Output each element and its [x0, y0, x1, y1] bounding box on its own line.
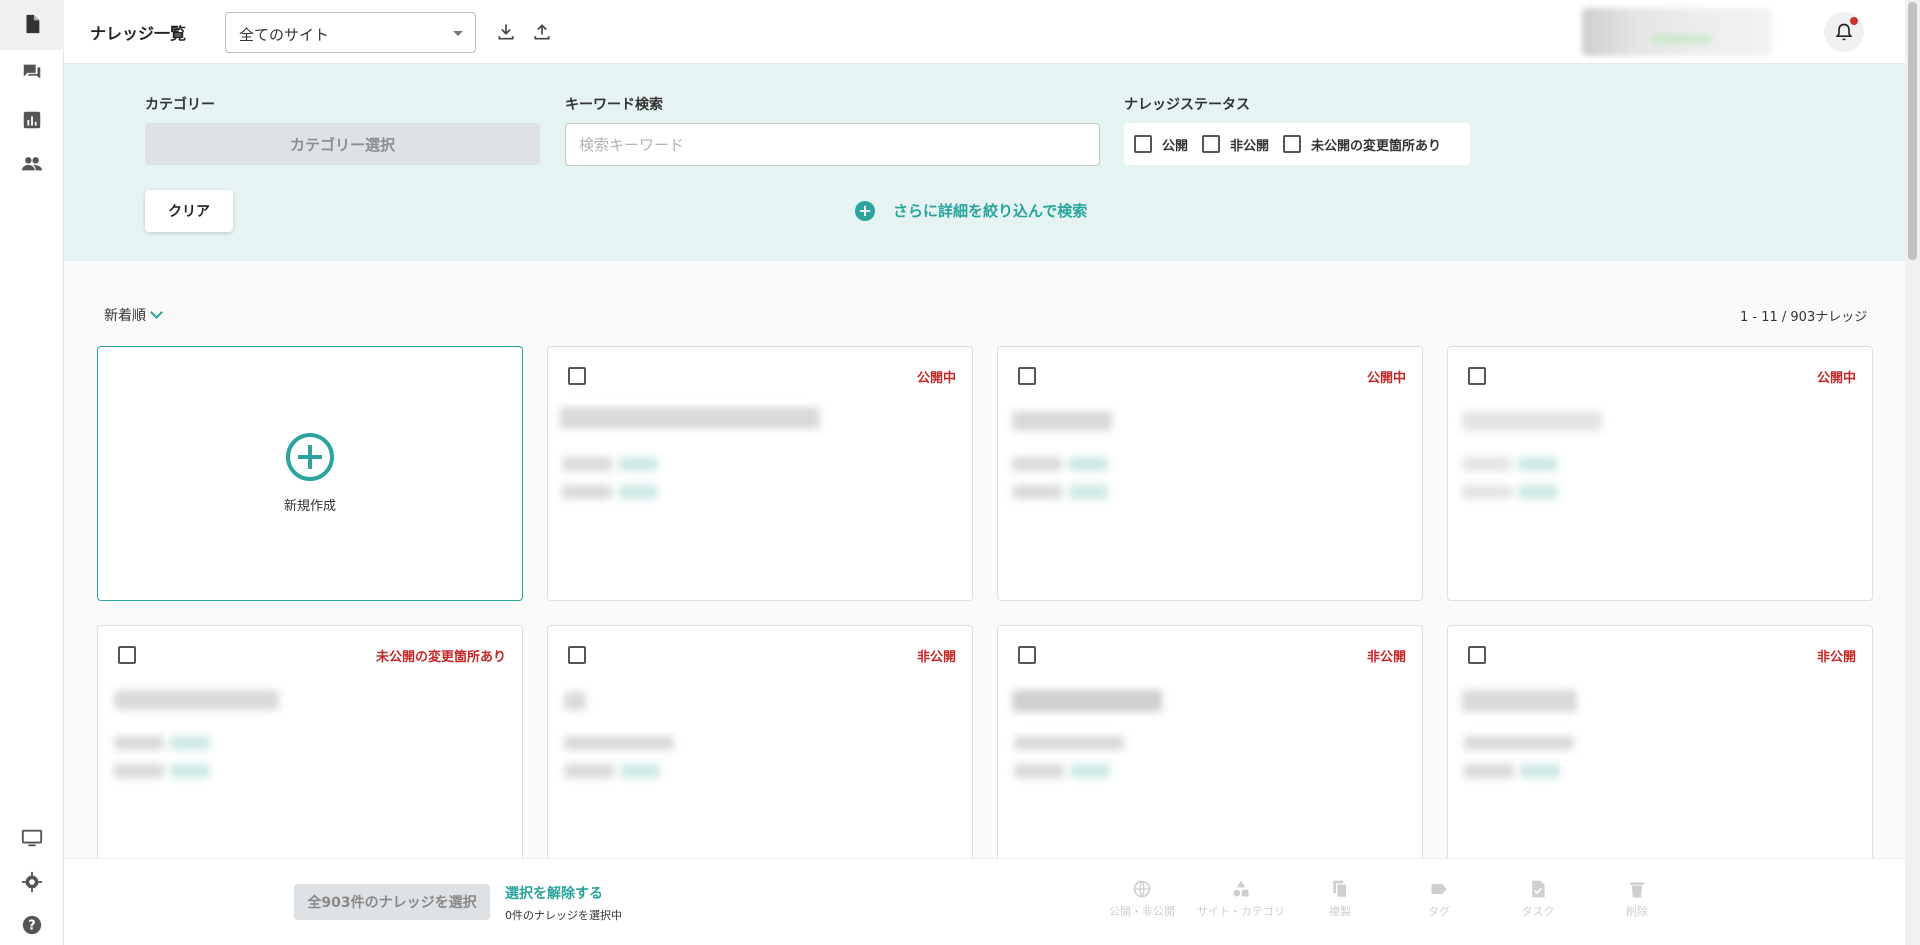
knowledge-card[interactable]: 公開中: [997, 346, 1423, 601]
plus-circle-icon: [286, 433, 334, 481]
publish-toggle-button[interactable]: 公開・非公開: [1097, 879, 1187, 919]
card-checkbox[interactable]: [1468, 367, 1486, 385]
site-select-value: 全てのサイト: [239, 26, 330, 44]
card-status: 非公開: [1816, 650, 1856, 665]
delete-button[interactable]: 削除: [1592, 879, 1682, 919]
status-filter: 公開 非公開 未公開の変更箇所あり: [1124, 123, 1470, 165]
knowledge-card[interactable]: 未公開の変更箇所あり: [97, 625, 523, 865]
card-checkbox[interactable]: [118, 646, 136, 664]
scrollbar-thumb[interactable]: [1908, 2, 1917, 260]
card-checkbox[interactable]: [1018, 646, 1036, 664]
card-status: 公開中: [916, 371, 956, 386]
user-account-blurred[interactable]: [1582, 8, 1772, 56]
keyword-label: キーワード検索: [565, 97, 663, 113]
card-checkbox[interactable]: [1018, 367, 1036, 385]
selected-count: 0件のナレッジを選択中: [505, 909, 622, 922]
checkbox[interactable]: [1202, 135, 1221, 153]
card-status: 公開中: [1366, 371, 1406, 386]
header: ナレッジ一覧 全てのサイト: [64, 0, 1905, 64]
download-button[interactable]: [494, 20, 518, 44]
knowledge-card[interactable]: 非公開: [1447, 625, 1873, 865]
tag-button[interactable]: タグ: [1394, 879, 1484, 919]
knowledge-card[interactable]: 非公開: [997, 625, 1423, 865]
users-icon[interactable]: [20, 152, 44, 176]
shapes-icon: [1233, 880, 1249, 897]
advanced-search-link[interactable]: + さらに詳細を絞り込んで検索: [855, 200, 1087, 221]
download-icon: [498, 24, 514, 40]
status-label: ナレッジステータス: [1124, 97, 1250, 113]
knowledge-card[interactable]: 非公開: [547, 625, 973, 865]
page-title: ナレッジ一覧: [90, 24, 187, 43]
checkbox[interactable]: [1283, 135, 1302, 153]
card-checkbox[interactable]: [1468, 646, 1486, 664]
notification-button[interactable]: [1824, 12, 1864, 52]
duplicate-button[interactable]: 複製: [1295, 879, 1385, 919]
svg-text:?: ?: [28, 919, 35, 934]
clear-button[interactable]: クリア: [145, 190, 233, 232]
bulk-action-bar: 全903件のナレッジを選択 選択を解除する 0件のナレッジを選択中 公開・非公開…: [64, 858, 1905, 945]
upload-button[interactable]: [530, 20, 554, 44]
status-option-unpublished-changes[interactable]: 未公開の変更箇所あり: [1283, 135, 1441, 154]
card-status: 非公開: [1366, 650, 1406, 665]
card-status: 非公開: [916, 650, 956, 665]
site-select[interactable]: 全てのサイト: [225, 12, 476, 53]
status-option-public[interactable]: 公開: [1134, 135, 1188, 154]
site-category-button[interactable]: サイト・カテゴリ: [1196, 879, 1286, 919]
filter-panel: カテゴリー カテゴリー選択 キーワード検索 ナレッジステータス 公開 非公開 未…: [64, 64, 1905, 261]
sort-dropdown[interactable]: 新着順: [104, 305, 163, 325]
chart-icon[interactable]: [20, 108, 44, 132]
gear-icon[interactable]: [20, 870, 44, 894]
deselect-link[interactable]: 選択を解除する: [505, 883, 603, 903]
trash-icon: [1630, 882, 1644, 898]
category-label: カテゴリー: [145, 97, 215, 113]
document-icon[interactable]: [20, 12, 44, 36]
help-icon[interactable]: ?: [20, 913, 44, 937]
copy-icon: [1333, 880, 1348, 898]
sidebar: ?: [0, 0, 64, 945]
plus-circle-icon: +: [855, 200, 875, 221]
globe-icon: [1133, 880, 1151, 898]
card-checkbox[interactable]: [568, 646, 586, 664]
monitor-icon[interactable]: [20, 826, 44, 850]
card-status: 公開中: [1816, 371, 1856, 386]
knowledge-card[interactable]: 公開中: [547, 346, 973, 601]
status-option-private[interactable]: 非公開: [1202, 135, 1269, 154]
task-button[interactable]: タスク: [1493, 879, 1583, 919]
notification-dot: [1850, 17, 1858, 25]
result-count: 1 - 11 / 903ナレッジ: [1740, 310, 1868, 325]
bell-icon: [1835, 23, 1853, 41]
new-card-label: 新規作成: [283, 499, 336, 514]
card-checkbox[interactable]: [568, 367, 586, 385]
task-icon: [1532, 880, 1545, 898]
select-all-button[interactable]: 全903件のナレッジを選択: [294, 884, 490, 920]
chevron-down-icon: [150, 306, 163, 319]
chevron-down-icon: [453, 31, 463, 36]
upload-icon: [534, 24, 550, 40]
keyword-input[interactable]: [565, 123, 1100, 166]
new-knowledge-card[interactable]: 新規作成: [97, 346, 523, 601]
tag-icon: [1431, 884, 1447, 894]
card-status: 未公開の変更箇所あり: [375, 650, 506, 665]
category-select-button[interactable]: カテゴリー選択: [145, 123, 540, 165]
knowledge-card[interactable]: 公開中: [1447, 346, 1873, 601]
chat-icon[interactable]: [20, 60, 44, 84]
scrollbar[interactable]: [1905, 0, 1920, 945]
checkbox[interactable]: [1134, 135, 1152, 153]
